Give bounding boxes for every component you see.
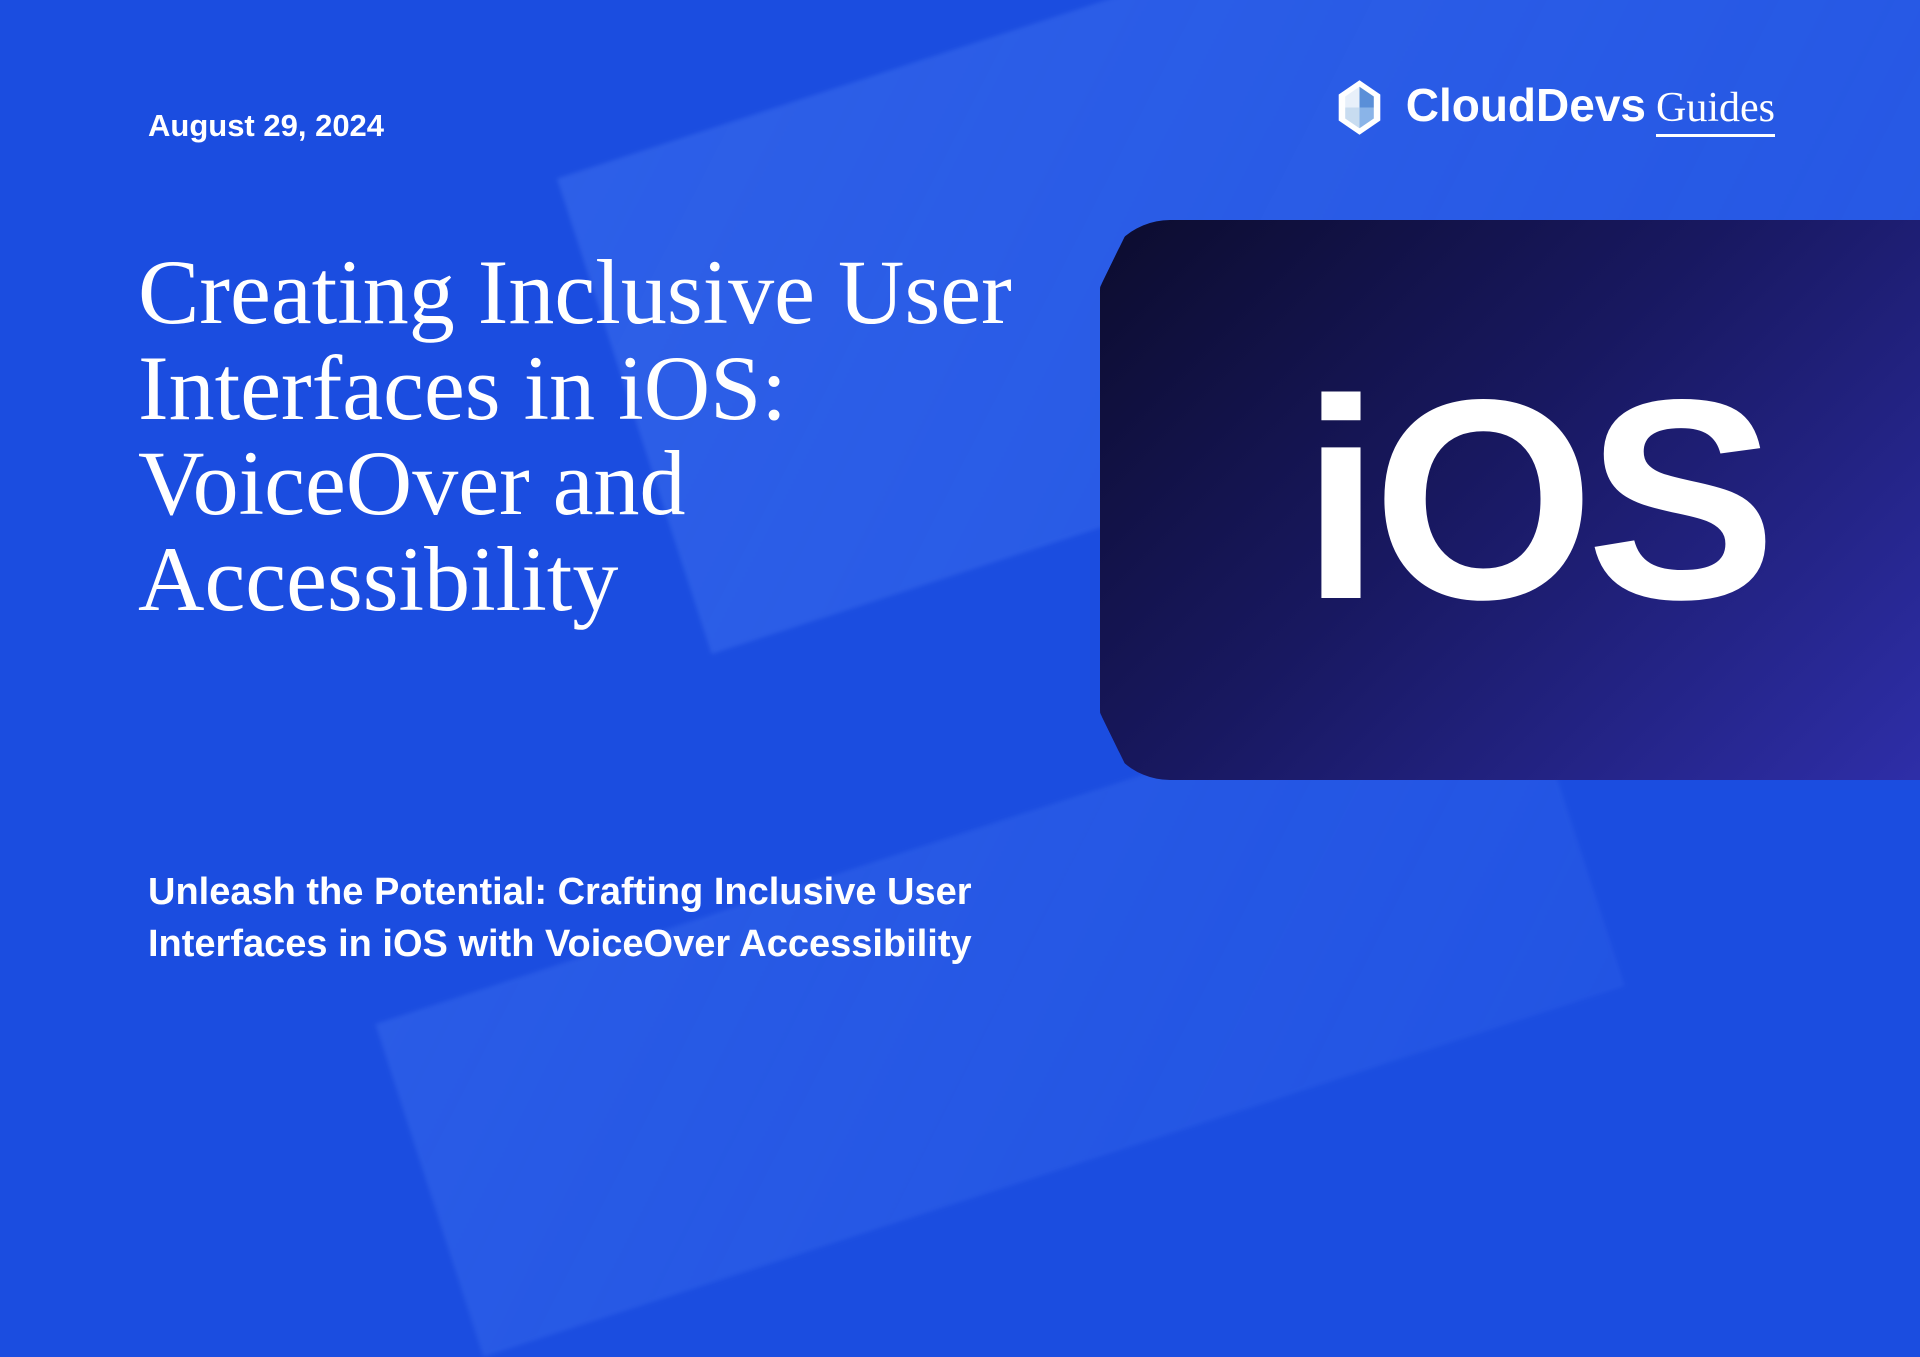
ios-platform-badge: iOS (1100, 220, 1920, 780)
brand-name-main: CloudDevs (1406, 78, 1646, 132)
article-subtitle: Unleash the Potential: Crafting Inclusiv… (148, 867, 1098, 970)
article-title: Creating Inclusive User Interfaces in iO… (138, 245, 1098, 628)
brand-name: CloudDevs Guides (1406, 78, 1775, 137)
brand-logo: CloudDevs Guides (1327, 75, 1775, 140)
brand-name-suffix: Guides (1656, 84, 1775, 137)
publication-date: August 29, 2024 (148, 108, 384, 144)
ios-badge-background: iOS (1100, 220, 1920, 780)
ios-badge-text: iOS (1302, 337, 1769, 664)
clouddevs-logo-icon (1327, 75, 1392, 140)
